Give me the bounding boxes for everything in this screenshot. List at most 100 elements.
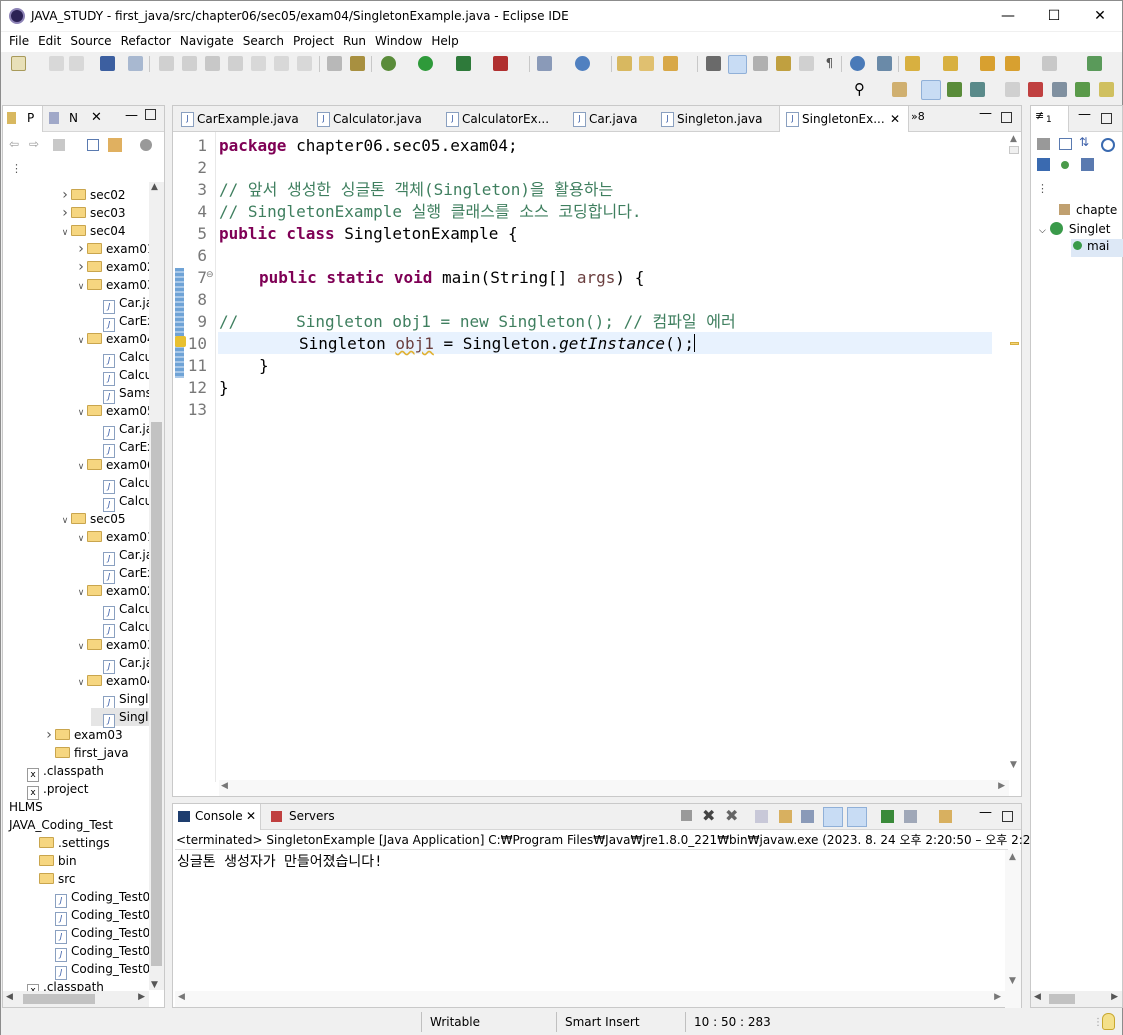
tab-car[interactable]: Car.java [567,106,638,132]
tree-item[interactable]: JCar.java [91,654,149,674]
tree-item[interactable]: ∨ exam04 [75,330,149,348]
highlight-occurrences-icon[interactable] [728,55,747,74]
tree-item[interactable]: JCarExamp [91,312,149,332]
servers-tab-label[interactable]: Servers [289,809,335,823]
tree-item[interactable]: JCoding_Test05.java [43,960,149,980]
new-console-icon[interactable] [939,810,952,823]
tree-item[interactable]: ∨ exam03 [75,276,149,294]
tree-item[interactable]: JCarExamp [91,564,149,584]
tree-item[interactable]: bin [27,852,77,870]
back-nav-icon[interactable]: ⇦ [9,137,19,151]
console-vertical-scrollbar[interactable]: ▲ ▼ [1005,850,1021,1008]
tree-item[interactable]: › sec02 [59,186,125,204]
scroll-down-icon[interactable]: ▼ [151,980,158,990]
debug-icon[interactable] [381,56,396,71]
tab-overflow[interactable]: »8 [911,110,925,123]
tree-item[interactable]: JSingleton. [91,690,149,710]
expand-icon[interactable]: ⌵ [1039,226,1046,236]
console-minimize-icon[interactable]: — [979,805,992,820]
hide-fields-icon[interactable] [1101,138,1115,152]
overview-ruler[interactable]: ▲ ▼ [1007,132,1021,772]
hscroll-thumb[interactable] [23,994,95,1004]
more-icon[interactable]: ⋮ [1037,182,1048,195]
close-tab-icon[interactable]: ✕ [890,106,900,132]
outline-item-class[interactable]: ⌵ Singlet [1039,222,1123,240]
hide-static-icon[interactable] [1037,158,1050,171]
scroll-left-icon[interactable]: ◀ [1034,992,1041,1002]
console-output[interactable]: 싱글톤 생성자가 만들어졌습니다! [177,851,383,871]
tree-item[interactable]: ∨ sec05 [59,510,126,528]
code-line-5[interactable]: public class SingletonExample { [219,223,518,245]
menu-search[interactable]: Search [239,32,289,52]
fold-icon[interactable]: ⊖ [206,270,214,280]
remove-all-icon[interactable]: ✖ [725,806,738,825]
pin-icon[interactable] [877,56,892,71]
minimize-button[interactable]: — [985,1,1031,31]
tree-item[interactable]: JCalculator [91,618,149,638]
mark-occurrences-icon[interactable] [753,56,768,71]
prev-annotation-icon[interactable] [943,56,958,71]
outline-minimize-icon[interactable]: — [1078,107,1091,122]
tree-item[interactable]: .settings [27,834,110,852]
chevron-right-icon[interactable]: › [59,186,71,204]
terminate-icon[interactable] [205,56,220,71]
tree-item[interactable]: JCoding_Test01.java [43,888,149,908]
tree-item[interactable]: HLMS [9,798,43,816]
outline-maximize-icon[interactable] [1101,113,1112,124]
collapse-all-icon[interactable] [1059,138,1072,150]
editor-maximize-icon[interactable] [1001,112,1012,123]
tab-label-p[interactable]: P [27,111,34,125]
tree-item[interactable]: JCarExamp [91,438,149,458]
outline-tab-count[interactable]: 1 [1046,115,1052,125]
tree-item[interactable]: JCalculator [91,474,149,494]
chevron-down-icon[interactable]: ∨ [75,278,87,296]
hide-nonpublic-icon[interactable] [1061,161,1069,169]
outline-tool-1-icon[interactable] [1037,138,1050,150]
toggle-icon[interactable] [1005,82,1020,97]
tree-item[interactable]: first_java [43,744,129,762]
tree-item[interactable]: JCar.java [91,294,149,314]
maximize-view-icon[interactable] [145,109,156,120]
code-line-4[interactable]: // SingletonExample 실행 클래스를 소스 코딩합니다. [219,201,642,223]
chevron-down-icon[interactable]: ∨ [75,458,87,476]
scroll-right-icon[interactable]: ▶ [994,992,1001,1002]
menu-navigate[interactable]: Navigate [176,32,239,52]
tree-item[interactable]: JCalculator [91,492,149,512]
tree-item[interactable]: › exam03 [43,726,122,744]
search-icon[interactable]: ⚲ [854,82,869,97]
close-button[interactable]: ✕ [1077,1,1123,31]
step-over-icon[interactable] [274,56,289,71]
scroll-down-icon[interactable]: ▼ [1009,976,1016,986]
active-tab-label[interactable]: SingletonEx... [802,112,885,126]
close-icon[interactable]: ✕ [91,110,102,125]
menu-help[interactable]: Help [427,32,463,52]
show-whitespace-icon[interactable] [799,56,814,71]
tab-singletonexample[interactable]: SingletonEx... ✕ [779,106,909,132]
tree-item[interactable]: JCoding_Test02.java [43,906,149,926]
tree-item[interactable]: x .project [27,780,88,800]
resume-icon[interactable] [159,56,174,71]
tree-item[interactable]: › sec03 [59,204,125,222]
use-step-filters-icon[interactable] [327,56,342,71]
new-class-icon[interactable] [575,56,590,71]
scroll-lock-icon[interactable] [755,810,768,823]
tree-item[interactable]: ∨ exam06 [75,456,149,474]
scroll-right-icon[interactable]: ▶ [998,781,1005,791]
chevron-right-icon[interactable]: › [75,240,87,258]
minimize-view-icon[interactable]: — [125,108,138,123]
chevron-right-icon[interactable]: › [43,726,55,744]
menu-run[interactable]: Run [339,32,371,52]
warning-marker-icon[interactable] [175,336,186,347]
scroll-down-icon[interactable]: ▼ [1010,760,1017,770]
open-task-icon[interactable] [639,56,654,71]
forward-nav-icon[interactable]: ⇨ [29,137,39,151]
tree-item[interactable]: JCar.java [91,420,149,440]
up-icon[interactable] [53,139,65,151]
view-icon-4[interactable] [1099,82,1114,97]
tree-item[interactable]: ∨ exam02 [75,582,149,600]
team-perspective-icon[interactable] [970,82,985,97]
editor-horizontal-scrollbar[interactable]: ◀ ▶ [219,780,1009,796]
scroll-up-icon[interactable]: ▲ [151,182,158,192]
open-console-icon[interactable] [881,810,894,823]
terminal-icon[interactable] [100,56,115,71]
